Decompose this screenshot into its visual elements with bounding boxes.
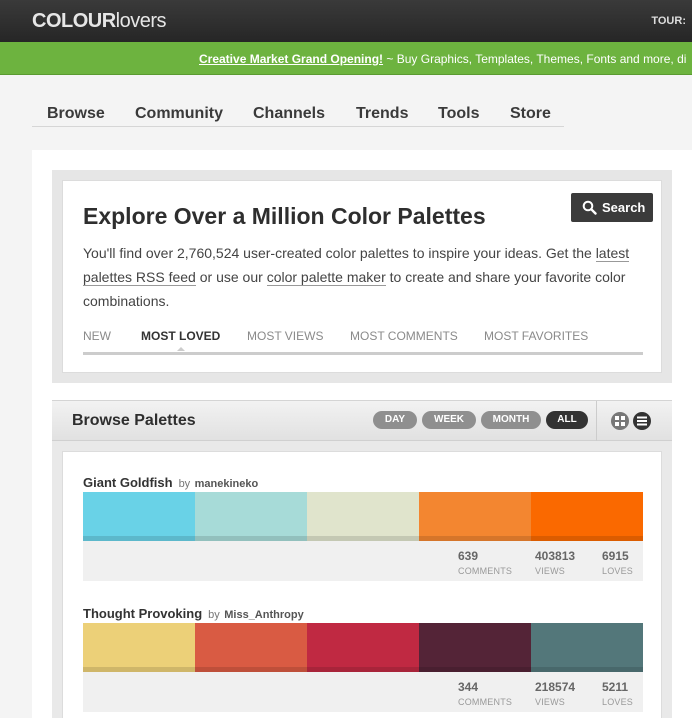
color-swatch[interactable] [83, 623, 195, 672]
views-count: 218574 [535, 680, 576, 694]
logo-bold-text: COLOUR [32, 10, 116, 32]
palette-item: Giant Goldfish by manekineko 639 COMMENTS … [83, 474, 643, 584]
filter-most-views[interactable]: MOST VIEWS [247, 329, 323, 343]
views-stat: 218574 VIEWS [535, 680, 575, 707]
explore-section: Explore Over a Million Color Palettes Se… [52, 170, 672, 383]
period-month-button[interactable]: MONTH [481, 411, 541, 429]
loves-count: 5211 [602, 680, 629, 694]
search-button[interactable]: Search [571, 193, 653, 222]
nav-tools[interactable]: Tools [438, 105, 479, 123]
main-content: Explore Over a Million Color Palettes Se… [32, 150, 692, 718]
color-swatch[interactable] [419, 492, 531, 541]
color-swatch[interactable] [195, 623, 307, 672]
promo-text[interactable]: ~ Buy Graphics, Templates, Themes, Fonts… [383, 52, 686, 66]
list-view-icon [637, 416, 647, 426]
grid-view-button[interactable] [611, 412, 629, 430]
palette-swatches[interactable] [83, 623, 643, 672]
filter-most-comments[interactable]: MOST COMMENTS [350, 329, 458, 343]
comments-stat[interactable]: 639 COMMENTS [458, 549, 512, 576]
site-logo[interactable]: COLOURlovers [32, 10, 167, 33]
palette-stats: 344 COMMENTS 218574 VIEWS 5211 LOVES [83, 672, 643, 712]
explore-box: Explore Over a Million Color Palettes Se… [62, 180, 662, 373]
loves-stat[interactable]: 5211 LOVES [602, 680, 633, 707]
palette-item: Thought Provoking by Miss_Anthropy 344 COM… [83, 605, 643, 715]
views-count: 403813 [535, 549, 576, 563]
loves-count: 6915 [602, 549, 629, 563]
loves-label: LOVES [602, 697, 634, 707]
color-swatch[interactable] [307, 492, 419, 541]
palette-author[interactable]: manekineko [195, 478, 259, 490]
palette-stats: 639 COMMENTS 403813 VIEWS 6915 LOVES [83, 541, 643, 581]
filter-most-favorites[interactable]: MOST FAVORITES [484, 329, 588, 343]
palette-maker-link[interactable]: color palette maker [266, 269, 386, 286]
desc-part-2: or use our [195, 269, 267, 285]
color-swatch[interactable] [419, 623, 531, 672]
nav-trends[interactable]: Trends [356, 105, 408, 123]
comments-stat[interactable]: 344 COMMENTS [458, 680, 512, 707]
desc-part-1: You'll find over 2,760,524 user-created … [83, 245, 596, 261]
palette-name[interactable]: Giant Goldfish [83, 475, 173, 490]
nav-browse[interactable]: Browse [47, 105, 105, 123]
palette-title-row: Thought Provoking by Miss_Anthropy [83, 605, 304, 623]
color-swatch[interactable] [83, 492, 195, 541]
browse-title: Browse Palettes [72, 412, 196, 429]
explore-description: You'll find over 2,760,524 user-created … [83, 241, 653, 313]
tour-link[interactable]: TOUR: [651, 15, 686, 27]
palette-by: by [208, 609, 220, 621]
active-filter-caret-icon [177, 347, 185, 351]
page-title: Explore Over a Million Color Palettes [83, 203, 486, 229]
palette-swatches[interactable] [83, 492, 643, 541]
list-view-button[interactable] [633, 412, 651, 430]
grid-view-icon [615, 416, 625, 426]
sort-filters: NEW MOST LOVED MOST VIEWS MOST COMMENTS … [83, 327, 643, 355]
palette-name[interactable]: Thought Provoking [83, 606, 202, 621]
top-bar: COLOURlovers TOUR: [0, 0, 692, 42]
nav-channels[interactable]: Channels [253, 105, 325, 123]
loves-label: LOVES [602, 566, 634, 576]
promo-banner: Creative Market Grand Opening! ~ Buy Gra… [0, 42, 692, 75]
promo-link[interactable]: Creative Market Grand Opening! [199, 52, 383, 66]
loves-stat[interactable]: 6915 LOVES [602, 549, 633, 576]
comments-count: 639 [458, 549, 479, 563]
views-label: VIEWS [535, 697, 566, 707]
period-all-button[interactable]: ALL [546, 411, 588, 429]
views-stat: 403813 VIEWS [535, 549, 575, 576]
comments-label: COMMENTS [458, 697, 513, 707]
search-button-label: Search [602, 200, 646, 215]
views-label: VIEWS [535, 566, 566, 576]
nav-community[interactable]: Community [135, 105, 223, 123]
comments-count: 344 [458, 680, 479, 694]
browse-list-area: Giant Goldfish by manekineko 639 COMMENTS … [52, 441, 672, 718]
palette-title-row: Giant Goldfish by manekineko [83, 474, 258, 492]
color-swatch[interactable] [307, 623, 419, 672]
palette-by: by [178, 478, 191, 490]
color-swatch[interactable] [195, 492, 307, 541]
color-swatch[interactable] [531, 623, 643, 672]
filter-new[interactable]: NEW [83, 329, 111, 343]
period-week-button[interactable]: WEEK [422, 411, 476, 429]
view-divider [596, 401, 597, 441]
browse-header: Browse Palettes DAY WEEK MONTH ALL [52, 400, 672, 441]
filter-most-loved[interactable]: MOST LOVED [141, 329, 220, 343]
color-swatch[interactable] [531, 492, 643, 541]
palette-author[interactable]: Miss_Anthropy [224, 609, 303, 621]
logo-light-text: lovers [115, 10, 167, 32]
nav-store[interactable]: Store [510, 105, 551, 123]
period-day-button[interactable]: DAY [373, 411, 417, 429]
search-icon [582, 200, 597, 215]
palette-list: Giant Goldfish by manekineko 639 COMMENTS … [62, 451, 662, 718]
main-nav: Browse Community Channels Trends Tools S… [32, 99, 564, 127]
comments-label: COMMENTS [458, 566, 513, 576]
